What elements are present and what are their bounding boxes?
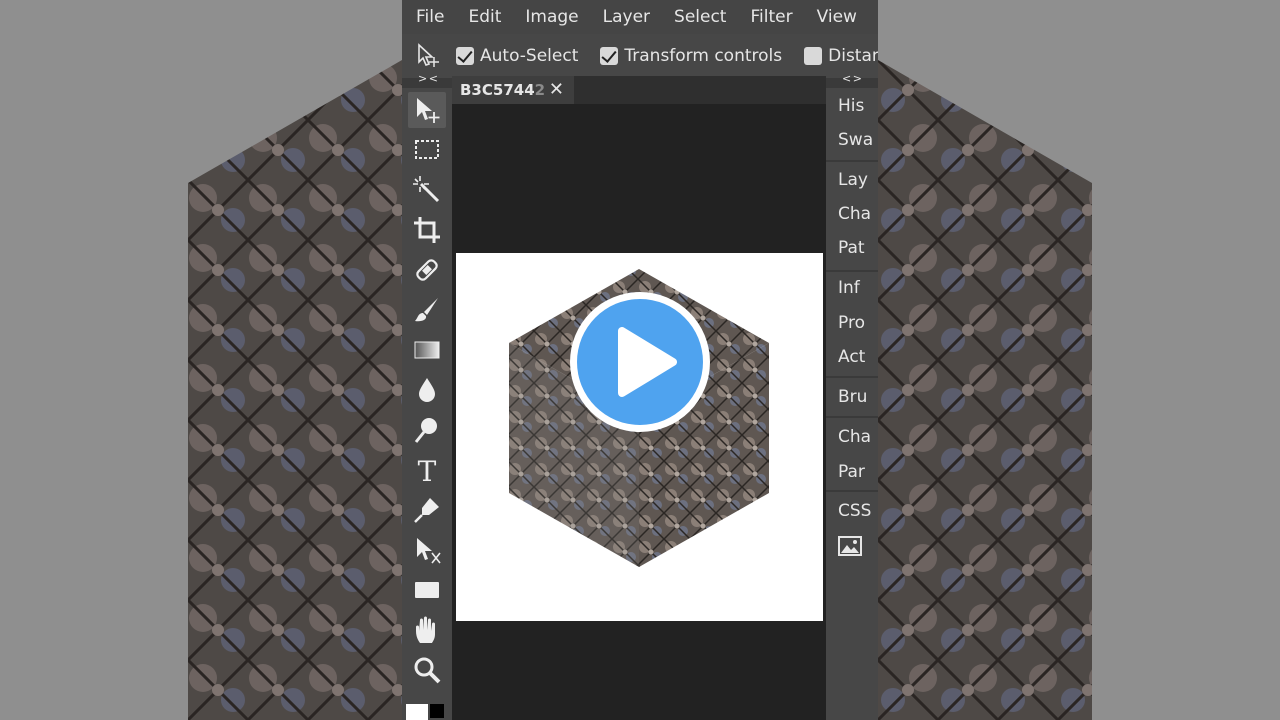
brush-tool-icon <box>415 298 438 322</box>
transform-controls-checkbox[interactable]: Transform controls <box>600 46 782 66</box>
panel-layers[interactable]: Lay <box>838 170 868 190</box>
menu-window[interactable]: Wi <box>869 7 878 27</box>
distances-checkbox[interactable]: Distance <box>804 46 878 66</box>
tools-panel: T <box>402 88 452 720</box>
panel-channels[interactable]: Cha <box>838 204 871 224</box>
type-tool-button[interactable]: T <box>408 452 446 488</box>
marquee-tool-button[interactable] <box>408 132 446 168</box>
shape-tool-icon <box>415 582 439 598</box>
options-bar: Auto-Select Transform controls Distance <box>402 34 878 78</box>
svg-text:T: T <box>418 455 437 485</box>
panel-paragraph[interactable]: Par <box>838 462 865 482</box>
blur-tool-button[interactable] <box>408 372 446 408</box>
distances-check-icon <box>804 47 823 65</box>
menu-edit[interactable]: Edit <box>456 7 513 27</box>
zoom-tool-icon <box>414 657 441 684</box>
pen-tool-icon <box>414 498 439 523</box>
background-cube-left <box>188 0 402 720</box>
document-tab-bar: B3C57442 ✕ <box>452 76 826 104</box>
hand-tool-button[interactable] <box>408 612 446 648</box>
panel-divider <box>826 270 878 272</box>
move-tool-button[interactable] <box>408 92 446 128</box>
panel-divider <box>826 160 878 162</box>
document-tab-title: B3C57442 <box>460 81 546 99</box>
move-tool-icon <box>416 43 442 69</box>
healing-brush-tool-button[interactable] <box>408 252 446 288</box>
menu-file[interactable]: File <box>402 7 456 27</box>
document-tab[interactable]: B3C57442 ✕ <box>452 76 574 104</box>
panel-swatches[interactable]: Swa <box>838 130 873 150</box>
healing-brush-icon <box>416 259 438 281</box>
zoom-tool-button[interactable] <box>408 652 446 688</box>
gradient-tool-icon <box>414 341 440 359</box>
panel-css[interactable]: CSS <box>838 501 871 521</box>
panel-info[interactable]: Inf <box>838 278 860 298</box>
pen-tool-button[interactable] <box>408 492 446 528</box>
right-panels: His Swa Lay Cha Pat Inf Pro Act Bru Cha … <box>826 88 878 720</box>
hand-tool-icon <box>416 616 435 643</box>
menu-layer[interactable]: Layer <box>591 7 662 27</box>
dodge-tool-button[interactable] <box>408 412 446 448</box>
gradient-tool-button[interactable] <box>408 332 446 368</box>
background-color-swatch[interactable] <box>430 704 444 718</box>
close-tab-icon[interactable]: ✕ <box>549 79 564 100</box>
crop-tool-icon <box>414 217 440 243</box>
panel-properties[interactable]: Pro <box>838 313 865 333</box>
move-tool-icon <box>417 98 440 123</box>
image-panel-icon[interactable] <box>838 536 862 561</box>
panel-character[interactable]: Cha <box>838 427 871 447</box>
panel-divider <box>826 416 878 418</box>
menu-filter[interactable]: Filter <box>738 7 804 27</box>
menu-image[interactable]: Image <box>513 7 590 27</box>
crop-tool-button[interactable] <box>408 212 446 248</box>
panel-divider <box>826 490 878 492</box>
background-cube-right <box>878 0 1092 720</box>
panel-divider <box>826 376 878 378</box>
transform-controls-check-icon <box>600 47 619 65</box>
auto-select-check-icon <box>456 47 474 65</box>
menu-view[interactable]: View <box>805 7 869 27</box>
panel-actions[interactable]: Act <box>838 347 865 367</box>
collapse-right-toggle[interactable]: < > <box>842 72 862 85</box>
blur-tool-icon <box>419 378 435 402</box>
panel-paths[interactable]: Pat <box>838 238 865 258</box>
menu-bar: File Edit Image Layer Select Filter View… <box>402 0 878 34</box>
panel-brush[interactable]: Bru <box>838 387 867 407</box>
marquee-tool-icon <box>415 140 439 159</box>
path-select-tool-button[interactable] <box>408 532 446 568</box>
magic-wand-icon <box>413 176 440 203</box>
play-button-icon[interactable] <box>567 289 713 435</box>
menu-select[interactable]: Select <box>662 7 738 27</box>
shape-tool-button[interactable] <box>408 572 446 608</box>
path-select-icon <box>417 538 441 564</box>
dodge-tool-icon <box>414 418 437 443</box>
panel-history[interactable]: His <box>838 96 864 116</box>
type-tool-icon: T <box>418 455 437 485</box>
brush-tool-button[interactable] <box>408 292 446 328</box>
collapse-left-toggle[interactable]: > < <box>418 72 438 85</box>
magic-wand-tool-button[interactable] <box>408 172 446 208</box>
foreground-color-swatch[interactable] <box>406 704 428 720</box>
auto-select-checkbox[interactable]: Auto-Select <box>456 46 578 66</box>
